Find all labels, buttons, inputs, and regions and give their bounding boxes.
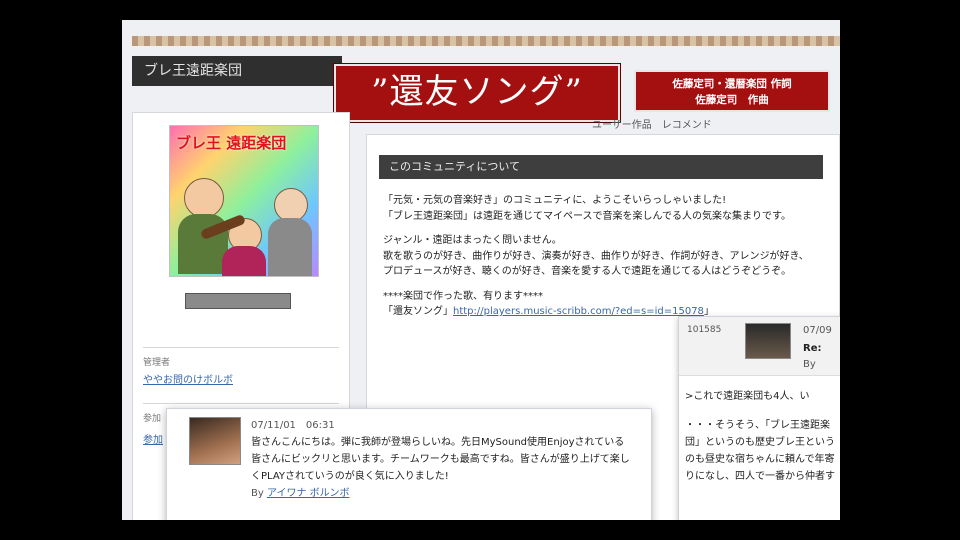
comment-popup-right: 101585 07/09 Re: By >これで遠距楽団も4人、い ・・・そうそ… (678, 316, 840, 520)
nav-links[interactable]: ユーザー作品 レコメンド (592, 120, 712, 131)
credit-line-music: 佐藤定司 作曲 (695, 94, 769, 106)
sidebar-divider (143, 347, 339, 348)
about-text-5: ****楽団で作った歌、有ります**** (383, 290, 543, 302)
section-label: 参加 (143, 414, 162, 424)
commenter-avatar-2 (189, 417, 241, 465)
about-text-4: 歌を歌うのが好き、曲作りが好き、演奏が好き、曲作りが好き、作詞が好き、アレンジが… (383, 250, 809, 278)
community-title: ブレ王遠距楽団 (144, 63, 242, 79)
comment-popup-bottom: 07/11/01 06:31 皆さんこんにちは。弾に我師が登場らしいね。先日My… (166, 408, 652, 520)
comment-time: 07/09 (803, 325, 832, 336)
song-url-link[interactable]: http://players.music-scribb.com/?ed=s=id… (453, 306, 704, 317)
browser-screen: ブレ王遠距楽団 ”還友ソング” 佐藤定司・還暦楽団 作詞 佐藤定司 作曲 ユーザ… (122, 20, 840, 520)
section-link[interactable]: 参加 (143, 431, 163, 446)
avatar-figure-right (274, 188, 308, 222)
avatar-figure-right-body (268, 218, 312, 276)
credit-banner: 佐藤定司・還暦楽団 作詞 佐藤定司 作曲 (634, 70, 830, 112)
comment-header: 101585 07/09 Re: By (679, 317, 840, 376)
about-text-1: 「元気・元気の音楽好き」のコミュニティに、ようこそいらっしゃいました! (383, 195, 727, 206)
about-body: 「元気・元気の音楽好き」のコミュニティに、ようこそいらっしゃいました! 「ブレ王… (383, 193, 813, 329)
comment-datetime: 07/11/01 06:31 (251, 420, 335, 431)
about-text-2: 「ブレ王遠距楽団」は遠距を通じてマイペースで音楽を楽しんでる人の気楽な集まりです… (383, 210, 791, 222)
about-text-3: ジャンル・遠距はまったく問いません。 (383, 235, 562, 246)
about-heading: このコミュニティについて (389, 160, 521, 173)
about-header: このコミュニティについて (379, 155, 823, 179)
comment-text-2: ・・・そうそう、「ブレ王遠距楽団」というのも歴史ブレ王というのも昼史な宿ちゃんに… (685, 420, 835, 482)
avatar-figure-left (184, 178, 224, 218)
comment-by: By (803, 359, 816, 370)
nav-strip[interactable]: ユーザー作品 レコメンド (592, 116, 712, 131)
comment-by-label: By (251, 488, 264, 499)
comment-re: Re: (803, 343, 822, 354)
commenter-name-link[interactable]: アイワナ ボルンボ (267, 488, 349, 499)
credit-line-lyrics: 佐藤定司・還暦楽団 作詞 (672, 78, 792, 90)
comment-byline: By アイワナ ボルンボ (251, 485, 631, 502)
comment-text: 皆さんこんにちは。弾に我師が登場らしいね。先日MySound使用Enjoyされて… (251, 437, 630, 482)
decorative-border (132, 36, 840, 46)
community-title-bar: ブレ王遠距楽団 (132, 56, 342, 86)
song-title: ”還友ソング” (371, 72, 583, 112)
avatar-figure-center-body (222, 246, 266, 276)
comment-body: 07/11/01 06:31 皆さんこんにちは。弾に我師が登場らしいね。先日My… (251, 417, 631, 502)
comment-id: 101585 (687, 325, 722, 335)
avatar-caption: ブレ王 遠距楽団 (176, 134, 287, 152)
about-text-6-prefix: 「還友ソング」 (383, 306, 453, 317)
commenter-avatar (745, 323, 791, 359)
community-avatar: ブレ王 遠距楽団 (169, 125, 319, 277)
avatar-select-control[interactable] (185, 293, 291, 309)
comment-text-1: >これで遠距楽団も4人、い (685, 391, 810, 402)
sidebar-divider-2 (143, 403, 339, 404)
admin-label: 管理者 (143, 358, 171, 368)
song-title-banner: ”還友ソング” (333, 63, 621, 123)
admin-name-link[interactable]: ややお問のけボルボ (143, 371, 233, 386)
